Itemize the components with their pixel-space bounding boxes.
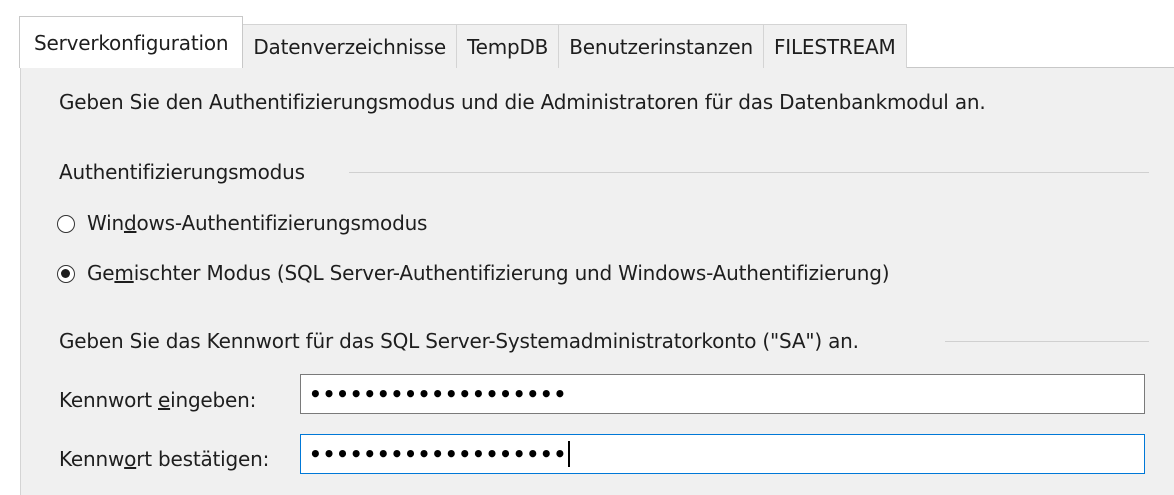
tab-datenverzeichnisse[interactable]: Datenverzeichnisse <box>242 24 457 68</box>
windows-auth-label-accesskey: d <box>123 211 137 235</box>
server-configuration-panel: Geben Sie den Authentifizierungsmodus un… <box>20 67 1174 495</box>
tab-tempdb[interactable]: TempDB <box>455 24 560 68</box>
confirm-password-label: Kennwort bestätigen: <box>59 447 269 471</box>
windows-auth-label-part2: ows-Authentifizierungsmodus <box>136 211 428 235</box>
mixed-mode-label-part1: Ge <box>87 261 115 285</box>
sa-password-group-label: Geben Sie das Kennwort für das SQL Serve… <box>59 329 859 353</box>
confirm-password-label-part1: Kennw <box>59 447 125 471</box>
password-label-accesskey: e <box>158 388 171 412</box>
tab-filestream[interactable]: FILESTREAM <box>762 24 907 68</box>
password-input-value: ••••••••••••••••••• <box>309 382 568 406</box>
sa-password-group-divider <box>945 341 1149 342</box>
password-label: Kennwort eingeben: <box>59 388 256 412</box>
windows-auth-radio[interactable] <box>57 215 75 233</box>
tab-serverkonfiguration[interactable]: Serverkonfiguration <box>19 16 244 68</box>
confirm-password-label-part2: rt bestätigen: <box>136 447 270 471</box>
password-label-part2: ingeben: <box>170 388 257 412</box>
password-input[interactable]: ••••••••••••••••••• <box>300 374 1145 414</box>
text-caret <box>568 441 571 467</box>
mixed-mode-radio-label[interactable]: Gemischter Modus (SQL Server-Authentifiz… <box>87 261 890 285</box>
mixed-mode-label-part2: ischter Modus (SQL Server-Authentifizier… <box>133 261 890 285</box>
instruction-text: Geben Sie den Authentifizierungsmodus un… <box>59 90 986 114</box>
tab-strip: Serverkonfiguration Datenverzeichnisse T… <box>19 16 907 68</box>
confirm-password-label-accesskey: o <box>124 447 137 471</box>
auth-mode-group-label: Authentifizierungsmodus <box>59 160 305 184</box>
mixed-mode-radio[interactable] <box>57 265 75 283</box>
windows-auth-radio-label[interactable]: Windows-Authentifizierungsmodus <box>87 211 427 235</box>
password-label-part1: Kennwort <box>59 388 158 412</box>
confirm-password-input[interactable]: ••••••••••••••••••• <box>300 434 1145 474</box>
windows-auth-label-part1: Win <box>87 211 124 235</box>
confirm-password-input-value: ••••••••••••••••••• <box>309 442 568 466</box>
tab-benutzerinstanzen[interactable]: Benutzerinstanzen <box>558 24 764 68</box>
setup-window: Geben Sie den Authentifizierungsmodus un… <box>0 0 1174 495</box>
mixed-mode-label-accesskey: m <box>114 261 134 285</box>
auth-mode-group-divider <box>349 172 1149 173</box>
